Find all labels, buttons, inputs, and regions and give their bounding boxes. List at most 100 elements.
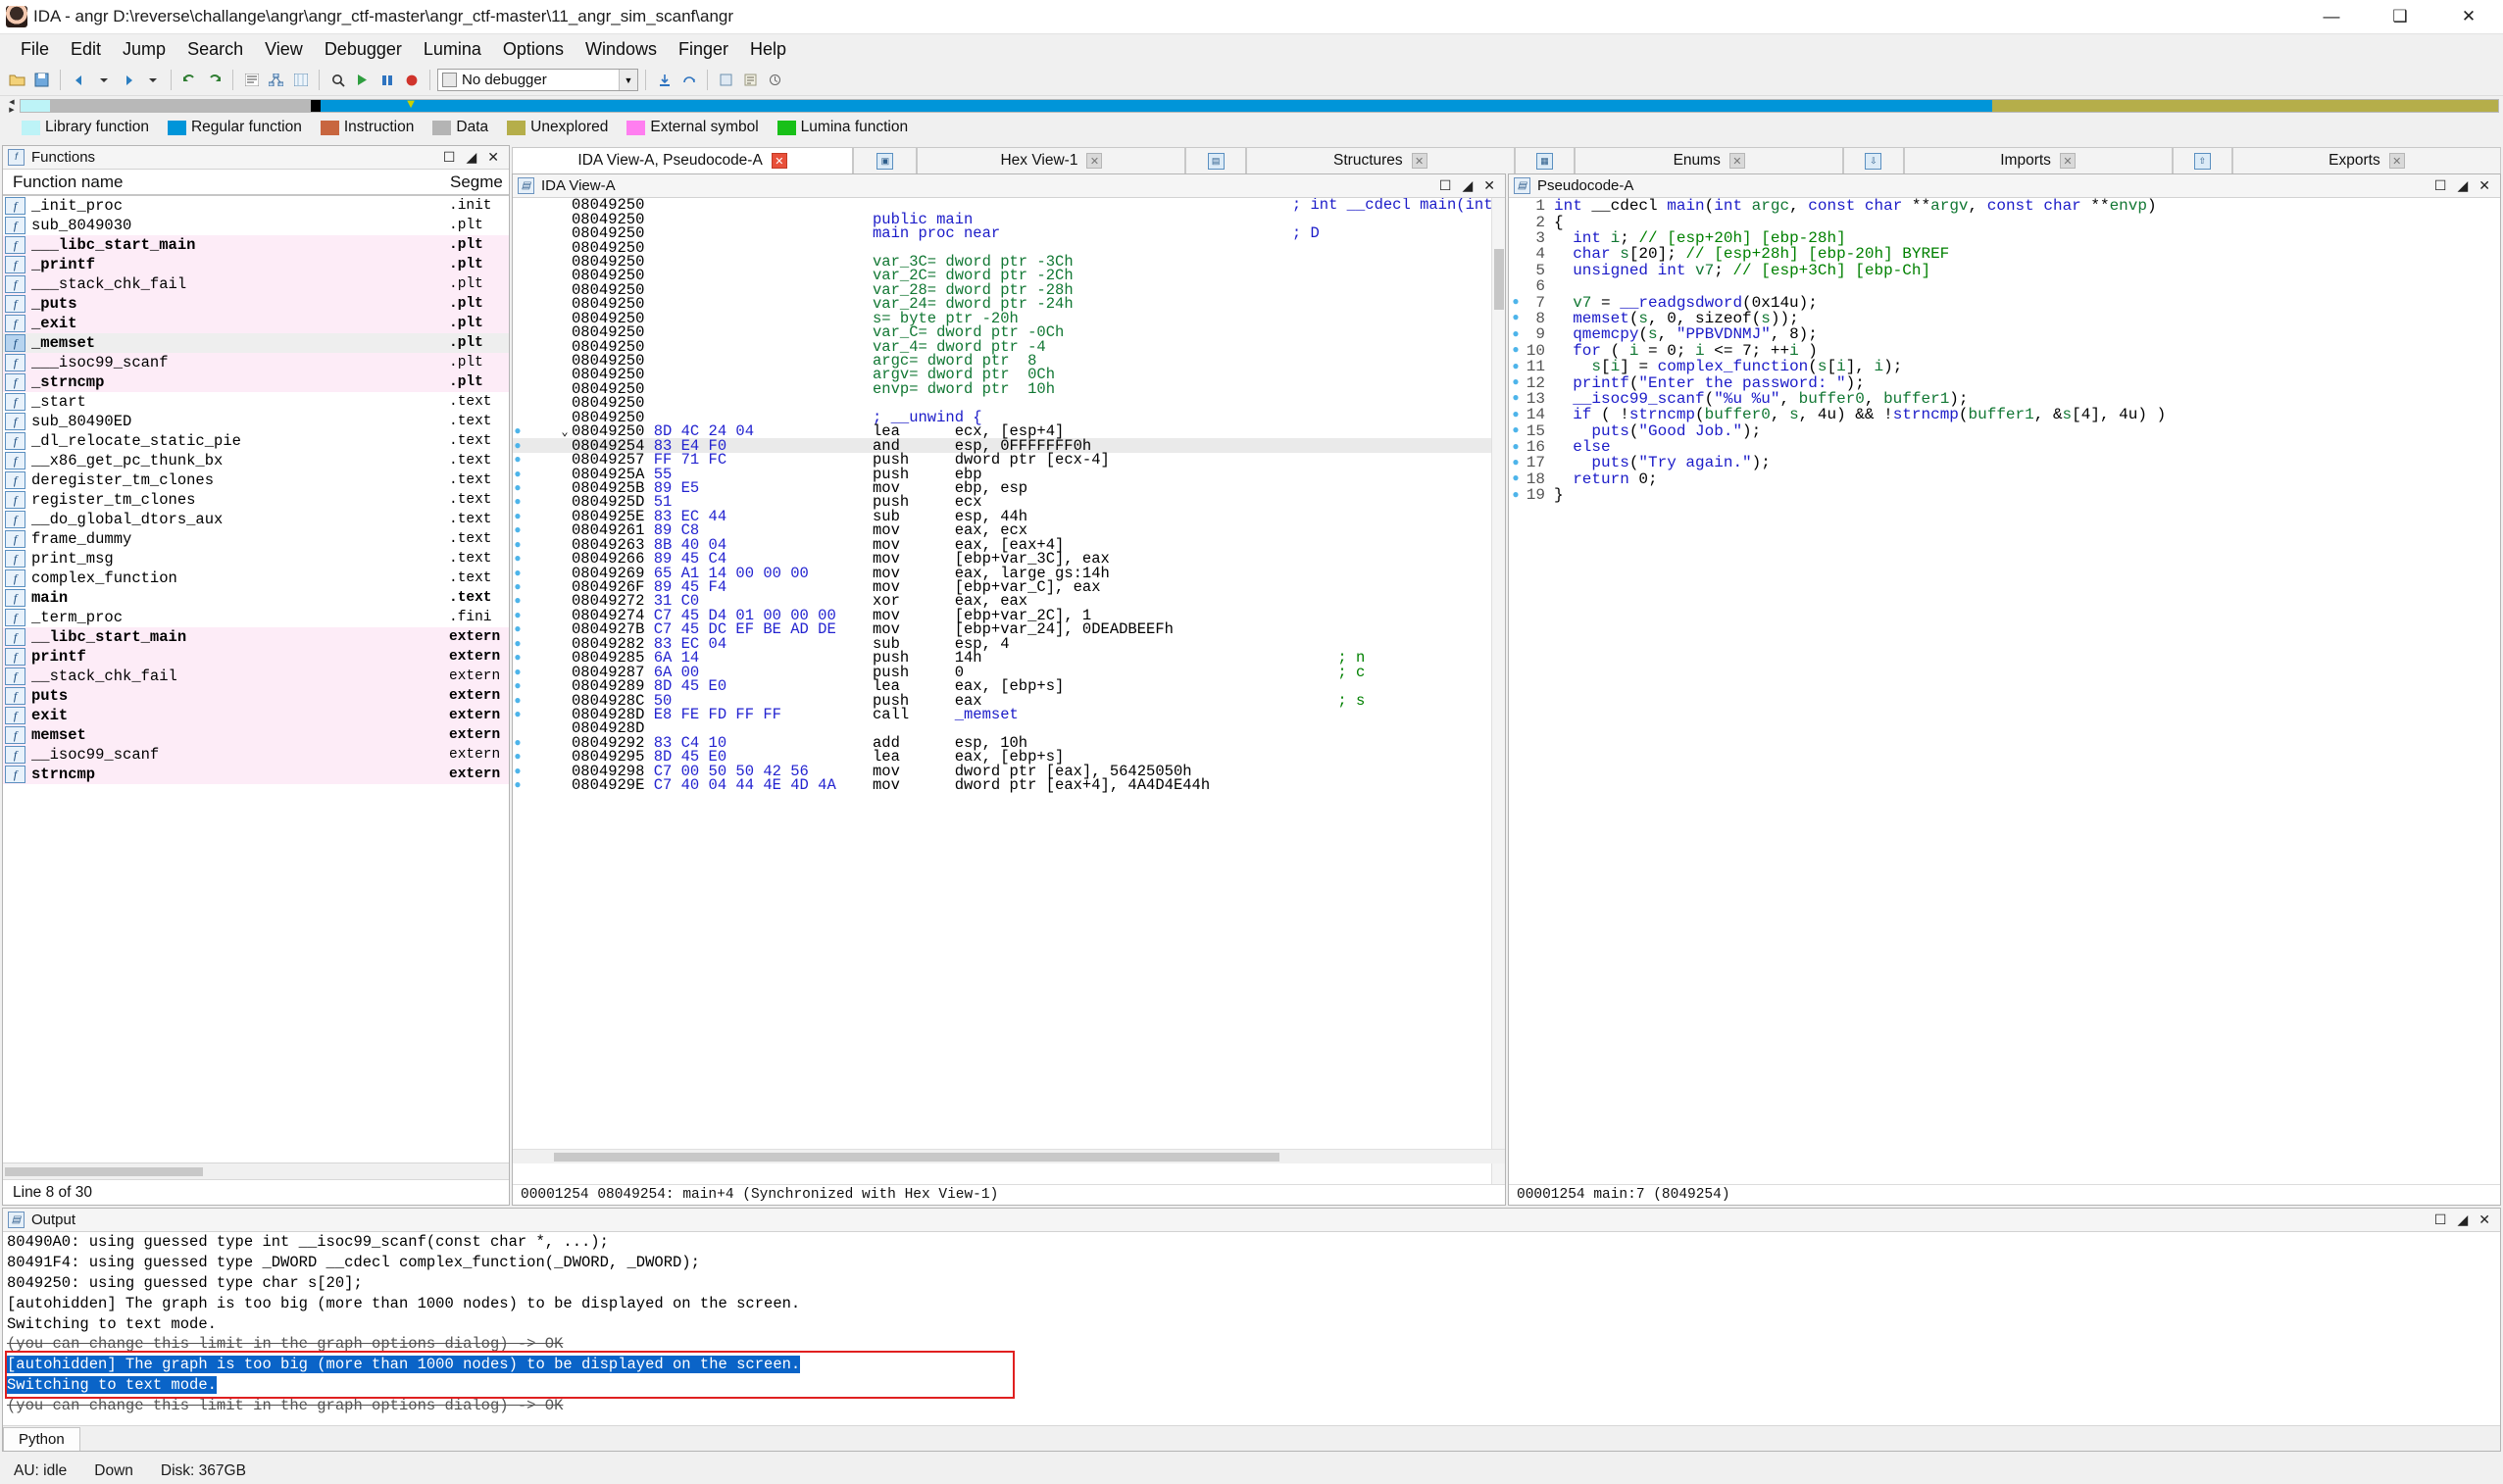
function-row[interactable]: f memset extern [3,725,509,745]
function-row[interactable]: f ___isoc99_scanf .plt [3,353,509,372]
function-row[interactable]: f print_msg .text [3,549,509,569]
close-icon-out[interactable]: ✕ [2478,1212,2490,1228]
chevron-down-icon-2[interactable] [141,69,164,91]
menu-debugger[interactable]: Debugger [314,36,413,63]
save-icon[interactable] [30,69,53,91]
minimize-button[interactable]: — [2297,0,2366,34]
breakpoint-dot-icon[interactable]: ● [513,623,523,635]
function-row[interactable]: f printf extern [3,647,509,667]
disassembly-listing[interactable]: 08049250 ; int __cdecl main(int argc, co… [513,198,1505,1184]
function-row[interactable]: f _dl_relocate_static_pie .text [3,431,509,451]
breakpoint-dot-icon[interactable]: ● [513,779,523,791]
function-row[interactable]: f __stack_chk_fail extern [3,667,509,686]
pseudocode-line[interactable]: ● 12 printf("Enter the password: "); [1509,374,2500,392]
breakpoint-dot-icon[interactable]: ● [513,595,523,607]
breakpoint-dot-icon[interactable]: ● [513,751,523,763]
pseudocode-listing[interactable]: 1 int __cdecl main(int argc, const char *… [1509,198,2500,1184]
navigator-strip[interactable]: ▼ [20,97,2499,113]
maximize-button[interactable]: ❑ [2366,0,2434,34]
function-row[interactable]: f __x86_get_pc_thunk_bx .text [3,451,509,470]
pseudocode-line[interactable]: ● 9 qmemcpy(s, "PPBVDNMJ", 8); [1509,325,2500,343]
menu-edit[interactable]: Edit [60,36,112,63]
function-row[interactable]: f sub_8049030 .plt [3,216,509,235]
tab-structures-icon-holder[interactable]: ▤ [1185,147,1246,173]
search-icon[interactable] [326,69,349,91]
pseudocode-line[interactable]: 5 unsigned int v7; // [esp+3Ch] [ebp-Ch] [1509,262,2500,279]
column-function-name[interactable]: Function name [3,173,446,192]
close-icon[interactable]: ✕ [771,153,787,169]
pseudocode-line[interactable]: ● 19} [1509,486,2500,504]
function-row[interactable]: f _strncmp .plt [3,372,509,392]
breakpoint-dot-icon[interactable]: ● [513,425,523,437]
functions-hscrollbar[interactable] [3,1162,509,1179]
redo-icon[interactable] [203,69,225,91]
pseudocode-line[interactable]: ● 11 s[i] = complex_function(s[i], i); [1509,358,2500,375]
close-icon-exports[interactable]: ✕ [2388,153,2405,169]
pause-icon[interactable] [375,69,398,91]
tab-enums-icon-holder[interactable]: ▦ [1514,147,1576,173]
pseudocode-line[interactable]: 3 int i; // [esp+20h] [ebp-28h] [1509,229,2500,247]
close-icon-ida[interactable]: ✕ [1483,177,1495,194]
maximize-icon-ida[interactable]: ◢ [1462,177,1473,194]
pseudocode-line[interactable]: 2{ [1509,214,2500,231]
tab-hex-view-1[interactable]: Hex View-1 ✕ [917,147,1186,173]
disassembly-line[interactable]: ● 0804929E C7 40 04 44 4E 4D 4A mov dword… [513,776,1505,794]
restore-icon[interactable]: ☐ [443,149,456,166]
pseudocode-line[interactable]: ● 17 puts("Try again."); [1509,454,2500,471]
forward-arrow-icon[interactable] [117,69,139,91]
breakpoint-dot-icon[interactable]: ● [513,440,523,452]
tab-ida-view-pseudocode[interactable]: IDA View-A, Pseudocode-A ✕ [512,147,854,173]
tab-python[interactable]: Python [3,1427,80,1451]
pseudocode-line[interactable]: ● 18 return 0; [1509,470,2500,488]
function-row[interactable]: f _printf .plt [3,255,509,274]
pseudocode-line[interactable]: 1 int __cdecl main(int argc, const char *… [1509,198,2500,215]
breakpoint-dot-icon[interactable]: ● [513,766,523,777]
pseudocode-line[interactable]: ● 15 puts("Good Job."); [1509,422,2500,440]
ida-view-vscrollbar[interactable] [1491,198,1505,1184]
close-icon-pc[interactable]: ✕ [2478,177,2490,194]
breakpoint-dot-icon[interactable]: ● [513,524,523,536]
breakpoint-dot-icon[interactable]: ● [513,680,523,692]
maximize-icon-pc[interactable]: ◢ [2457,177,2468,194]
undo-icon[interactable] [178,69,201,91]
restore-icon-pc[interactable]: ☐ [2434,177,2447,194]
breakpoint-dot-icon[interactable]: ● [513,553,523,565]
function-row[interactable]: f __isoc99_scanf extern [3,745,509,765]
breakpoint-dot-icon[interactable]: ● [513,652,523,664]
output-line[interactable]: 80491F4: using guessed type _DWORD __cde… [7,1253,2500,1273]
restore-icon-ida[interactable]: ☐ [1439,177,1452,194]
pseudocode-line[interactable]: ● 13 __isoc99_scanf("%u %u", buffer0, buf… [1509,390,2500,408]
close-button[interactable]: ✕ [2434,0,2503,34]
function-row[interactable]: f _init_proc .init [3,196,509,216]
menu-jump[interactable]: Jump [112,36,176,63]
breakpoint-dot-icon[interactable]: ● [513,638,523,650]
function-row[interactable]: f _exit .plt [3,314,509,333]
breakpoint-dot-icon[interactable]: ● [513,709,523,720]
breakpoint-dot-icon[interactable]: ● [513,610,523,621]
function-row[interactable]: f complex_function .text [3,569,509,588]
close-icon-imports[interactable]: ✕ [2059,153,2076,169]
menu-finger[interactable]: Finger [668,36,739,63]
breakpoint-dot-icon[interactable]: ● [513,539,523,551]
pseudocode-line[interactable]: ● 8 memset(s, 0, sizeof(s)); [1509,310,2500,327]
function-row[interactable]: f register_tm_clones .text [3,490,509,510]
maximize-icon-out[interactable]: ◢ [2457,1212,2468,1228]
function-row[interactable]: f _puts .plt [3,294,509,314]
menu-help[interactable]: Help [739,36,797,63]
pseudocode-line[interactable]: ● 16 else [1509,438,2500,456]
menu-file[interactable]: File [10,36,60,63]
tab-exports[interactable]: Exports ✕ [2231,147,2501,173]
function-row[interactable]: f sub_80490ED .text [3,412,509,431]
debugger-selector[interactable]: No debugger ▼ [437,69,638,91]
column-segment[interactable]: Segme [446,173,509,192]
menu-options[interactable]: Options [492,36,575,63]
pseudocode-line[interactable]: ● 10 for ( i = 0; i <= 7; ++i ) [1509,342,2500,360]
breakpoint-dot-icon[interactable]: ● [513,667,523,678]
menu-lumina[interactable]: Lumina [413,36,492,63]
open-file-icon[interactable] [6,69,28,91]
tab-enums[interactable]: Enums ✕ [1575,147,1844,173]
function-row[interactable]: f __libc_start_main extern [3,627,509,647]
chevron-down-icon-3[interactable]: ▼ [619,70,637,90]
step-over-icon[interactable] [677,69,700,91]
chevron-down-icon[interactable] [92,69,115,91]
